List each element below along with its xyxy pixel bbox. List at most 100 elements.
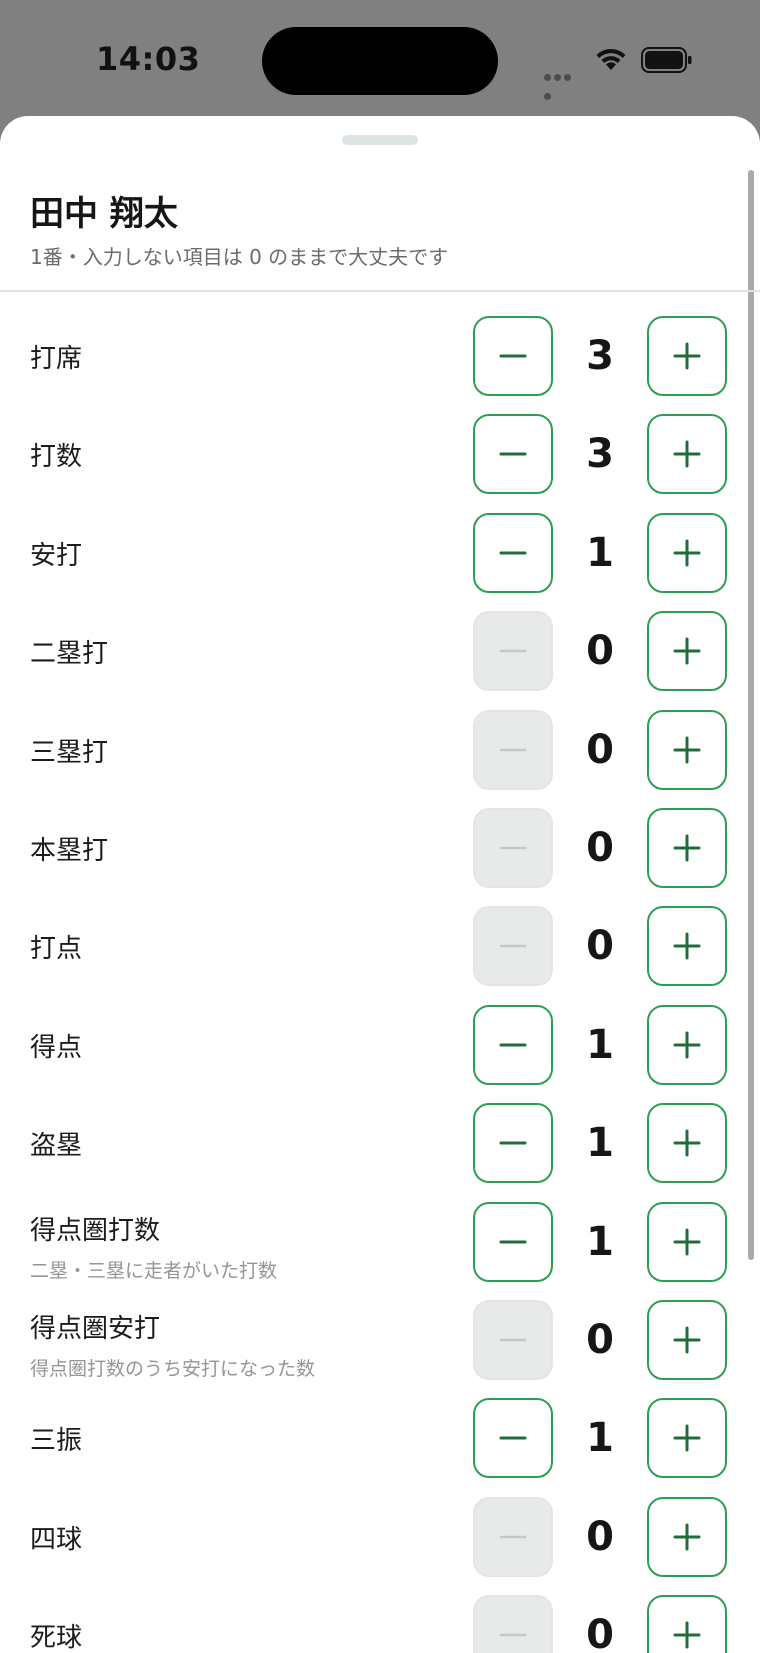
increment-button[interactable] <box>647 709 727 790</box>
minus-icon <box>499 1043 527 1047</box>
decrement-button[interactable] <box>473 808 553 888</box>
stat-label: 得点圏安打 <box>30 1314 161 1344</box>
minus-icon <box>499 1436 527 1440</box>
plus-icon <box>673 1129 701 1157</box>
stat-row-at-bats: 打数 3 <box>0 412 760 496</box>
increment-button[interactable] <box>647 1595 727 1653</box>
minus-icon <box>499 1141 527 1145</box>
increment-button[interactable] <box>647 808 727 888</box>
decrement-button[interactable] <box>473 906 553 987</box>
decrement-button[interactable] <box>473 1004 553 1085</box>
stat-hint: 得点圏打数のうち安打になった数 <box>30 1358 316 1380</box>
plus-icon <box>673 932 701 960</box>
decrement-button[interactable] <box>473 1496 553 1577</box>
sheet-grabber[interactable] <box>342 135 418 145</box>
stat-row-stolen-bases: 盗塁 1 <box>0 1101 760 1185</box>
stat-label: 打点 <box>30 934 83 965</box>
stat-value: 0 <box>586 628 614 675</box>
stat-label: 打席 <box>30 344 83 374</box>
decrement-button[interactable] <box>473 414 553 495</box>
plus-icon <box>673 1523 701 1551</box>
stat-label: 盗塁 <box>30 1131 83 1162</box>
increment-button[interactable] <box>647 1004 727 1085</box>
plus-icon <box>673 736 701 764</box>
stat-label: 得点 <box>30 1032 83 1063</box>
stat-hint: 二塁・三塁に走者がいた打数 <box>30 1259 278 1282</box>
minus-icon <box>499 846 527 850</box>
increment-button[interactable] <box>647 906 727 987</box>
stat-label: 三塁打 <box>30 737 109 768</box>
stat-value: 1 <box>586 1021 614 1068</box>
minus-icon <box>499 649 527 653</box>
decrement-button[interactable] <box>473 1595 553 1653</box>
stat-label: 打数 <box>30 442 83 473</box>
increment-button[interactable] <box>647 1398 727 1479</box>
wifi-icon <box>596 48 626 70</box>
stat-value: 0 <box>586 1317 614 1363</box>
increment-button[interactable] <box>647 1496 727 1577</box>
plus-icon <box>673 1326 701 1354</box>
stat-value: 1 <box>586 1415 614 1462</box>
minus-icon <box>499 452 527 456</box>
increment-button[interactable] <box>647 611 727 692</box>
plus-icon <box>673 342 701 370</box>
stat-row-triples: 三塁打 0 <box>0 708 760 792</box>
stat-row-risp-at-bats: 得点圏打数 二塁・三塁に走者がいた打数 1 <box>0 1200 760 1284</box>
cellular-signal-icon <box>544 66 582 100</box>
increment-button[interactable] <box>647 1300 727 1380</box>
plus-icon <box>673 440 701 468</box>
plus-icon <box>673 1228 701 1256</box>
stat-row-hit-by-pitch: 死球 0 <box>0 1593 760 1653</box>
minus-icon <box>499 945 527 948</box>
plus-icon <box>673 1424 701 1452</box>
stat-label: 死球 <box>30 1623 83 1653</box>
player-subtitle: 1番・入力しない項目は 0 のままで大丈夫です <box>30 245 449 269</box>
plus-icon <box>673 834 701 862</box>
stat-row-walks: 四球 0 <box>0 1495 760 1579</box>
minus-icon <box>499 1240 527 1244</box>
increment-button[interactable] <box>647 414 727 495</box>
minus-icon <box>499 1633 527 1637</box>
decrement-button[interactable] <box>473 611 553 692</box>
decrement-button[interactable] <box>473 512 553 593</box>
header-divider <box>0 290 760 292</box>
increment-button[interactable] <box>647 512 727 593</box>
increment-button[interactable] <box>647 316 727 396</box>
decrement-button[interactable] <box>473 1201 553 1282</box>
decrement-button[interactable] <box>473 709 553 790</box>
minus-icon <box>499 551 527 555</box>
stat-value: 0 <box>586 923 614 970</box>
increment-button[interactable] <box>647 1103 727 1184</box>
stat-label: 得点圏打数 <box>30 1215 161 1246</box>
stat-value: 1 <box>586 529 614 576</box>
decrement-button[interactable] <box>473 316 553 396</box>
increment-button[interactable] <box>647 1201 727 1282</box>
stat-label: 二塁打 <box>30 639 109 670</box>
decrement-button[interactable] <box>473 1103 553 1184</box>
stat-value: 0 <box>586 1612 614 1653</box>
decrement-button[interactable] <box>473 1398 553 1479</box>
player-name: 田中 翔太 <box>30 194 178 234</box>
plus-icon <box>673 539 701 567</box>
battery-icon <box>641 47 692 73</box>
decrement-button[interactable] <box>473 1300 553 1380</box>
minus-icon <box>499 1338 527 1342</box>
stat-value: 1 <box>586 1120 614 1167</box>
stat-row-doubles: 二塁打 0 <box>0 609 760 693</box>
stat-label: 本塁打 <box>30 836 109 866</box>
stat-row-runs: 得点 1 <box>0 1003 760 1087</box>
status-time: 14:03 <box>96 40 201 78</box>
stat-row-strikeouts: 三振 1 <box>0 1396 760 1480</box>
stat-value: 3 <box>586 333 614 379</box>
stat-label: 安打 <box>30 540 83 571</box>
minus-icon <box>499 354 527 358</box>
minus-icon <box>499 1535 527 1539</box>
stat-value: 0 <box>586 1513 614 1560</box>
dynamic-island <box>262 27 498 95</box>
stat-row-home-runs: 本塁打 0 <box>0 806 760 890</box>
stat-row-plate-appearances: 打席 3 <box>0 314 760 398</box>
plus-icon <box>673 637 701 665</box>
stats-entry-sheet: 田中 翔太 1番・入力しない項目は 0 のままで大丈夫です 打席 3 打数 3 安打 1 二… <box>0 116 760 1653</box>
minus-icon <box>499 748 527 751</box>
plus-icon <box>673 1031 701 1059</box>
